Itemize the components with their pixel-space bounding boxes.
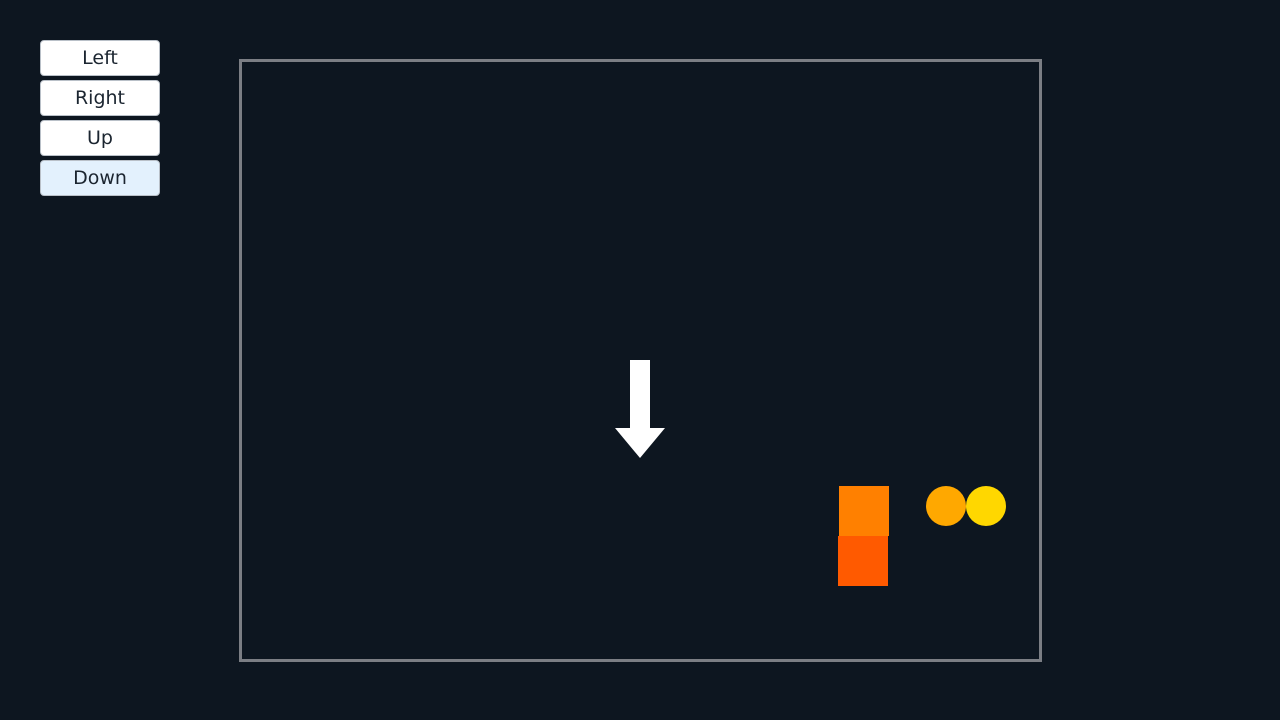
red-orange-square-piece <box>838 536 888 586</box>
up-button[interactable]: Up <box>40 120 160 156</box>
right-button[interactable]: Right <box>40 80 160 116</box>
arrow-down-icon <box>615 360 665 458</box>
amber-circle-piece <box>926 486 966 526</box>
left-button[interactable]: Left <box>40 40 160 76</box>
orange-square-piece <box>839 486 889 536</box>
yellow-circle-piece <box>966 486 1006 526</box>
direction-controls: Left Right Up Down <box>40 40 160 200</box>
down-button[interactable]: Down <box>40 160 160 196</box>
